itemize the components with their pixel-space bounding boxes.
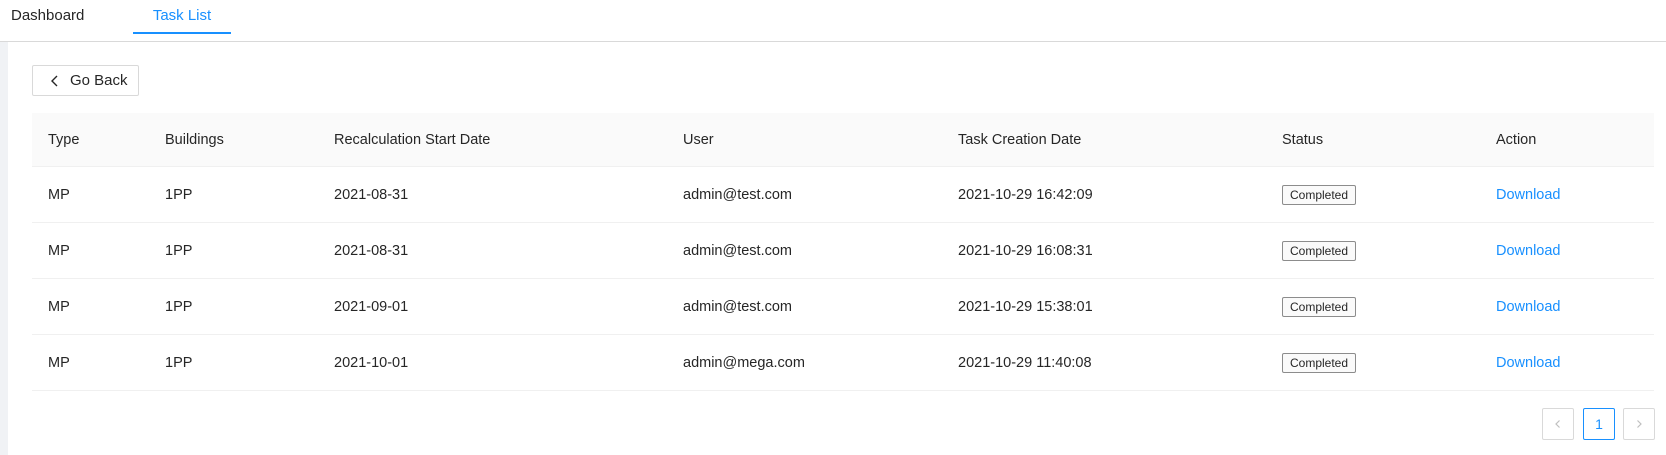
pagination-next-button[interactable] (1623, 408, 1655, 440)
cell-buildings: 1PP (165, 354, 193, 371)
cell-task-creation-date: 2021-10-29 11:40:08 (958, 354, 1092, 371)
download-link[interactable]: Download (1496, 243, 1561, 259)
status-badge: Completed (1282, 240, 1357, 261)
sidebar-edge (0, 42, 8, 455)
column-header-buildings: Buildings (165, 131, 224, 148)
pagination-page-1[interactable]: 1 (1583, 408, 1615, 440)
status-badge: Completed (1282, 296, 1357, 317)
cell-status: Completed (1282, 223, 1357, 278)
chevron-right-icon (1637, 420, 1642, 428)
cell-buildings: 1PP (165, 242, 193, 259)
table-row: MP 1PP 2021-09-01 admin@test.com 2021-10… (32, 279, 1654, 335)
table-row: MP 1PP 2021-08-31 admin@test.com 2021-10… (32, 167, 1654, 223)
cell-user: admin@test.com (683, 242, 793, 259)
cell-type: MP (48, 298, 70, 315)
column-header-status: Status (1282, 131, 1324, 148)
download-link[interactable]: Download (1496, 299, 1561, 315)
column-header-user: User (683, 131, 714, 148)
column-header-recalculation-start-date: Recalculation Start Date (334, 131, 491, 148)
cell-type: MP (48, 354, 70, 371)
pagination-prev-button[interactable] (1542, 408, 1574, 440)
cell-action: Download (1496, 223, 1561, 278)
cell-recalculation-start-date: 2021-10-01 (334, 354, 409, 371)
cell-status: Completed (1282, 335, 1357, 390)
table-row: MP 1PP 2021-10-01 admin@mega.com 2021-10… (32, 335, 1654, 391)
tab-bar: Dashboard Task List (0, 0, 1666, 42)
cell-action: Download (1496, 167, 1561, 222)
cell-recalculation-start-date: 2021-08-31 (334, 242, 409, 259)
chevron-left-icon (1555, 420, 1560, 428)
cell-buildings: 1PP (165, 298, 193, 315)
cell-status: Completed (1282, 167, 1357, 222)
tab-task-list[interactable]: Task List (133, 0, 231, 34)
chevron-left-icon (51, 75, 58, 87)
go-back-label: Go Back (70, 72, 128, 89)
cell-user: admin@mega.com (683, 354, 805, 371)
task-list-panel: Go Back Type Buildings Recalculation Sta… (8, 42, 1666, 455)
cell-action: Download (1496, 279, 1561, 334)
go-back-button[interactable]: Go Back (32, 65, 139, 96)
cell-task-creation-date: 2021-10-29 15:38:01 (958, 298, 1093, 315)
column-header-task-creation-date: Task Creation Date (958, 131, 1082, 148)
task-table: Type Buildings Recalculation Start Date … (32, 113, 1654, 391)
cell-recalculation-start-date: 2021-09-01 (334, 298, 409, 315)
cell-type: MP (48, 242, 70, 259)
cell-task-creation-date: 2021-10-29 16:42:09 (958, 186, 1093, 203)
cell-task-creation-date: 2021-10-29 16:08:31 (958, 242, 1093, 259)
cell-type: MP (48, 186, 70, 203)
tab-dashboard[interactable]: Dashboard (11, 0, 84, 32)
column-header-action: Action (1496, 131, 1537, 148)
cell-action: Download (1496, 335, 1561, 390)
table-header: Type Buildings Recalculation Start Date … (32, 113, 1654, 167)
download-link[interactable]: Download (1496, 355, 1561, 371)
cell-status: Completed (1282, 279, 1357, 334)
cell-buildings: 1PP (165, 186, 193, 203)
status-badge: Completed (1282, 352, 1357, 373)
cell-user: admin@test.com (683, 298, 793, 315)
table-row: MP 1PP 2021-08-31 admin@test.com 2021-10… (32, 223, 1654, 279)
status-badge: Completed (1282, 184, 1357, 205)
cell-user: admin@test.com (683, 186, 793, 203)
column-header-type: Type (48, 131, 80, 148)
cell-recalculation-start-date: 2021-08-31 (334, 186, 409, 203)
download-link[interactable]: Download (1496, 187, 1561, 203)
